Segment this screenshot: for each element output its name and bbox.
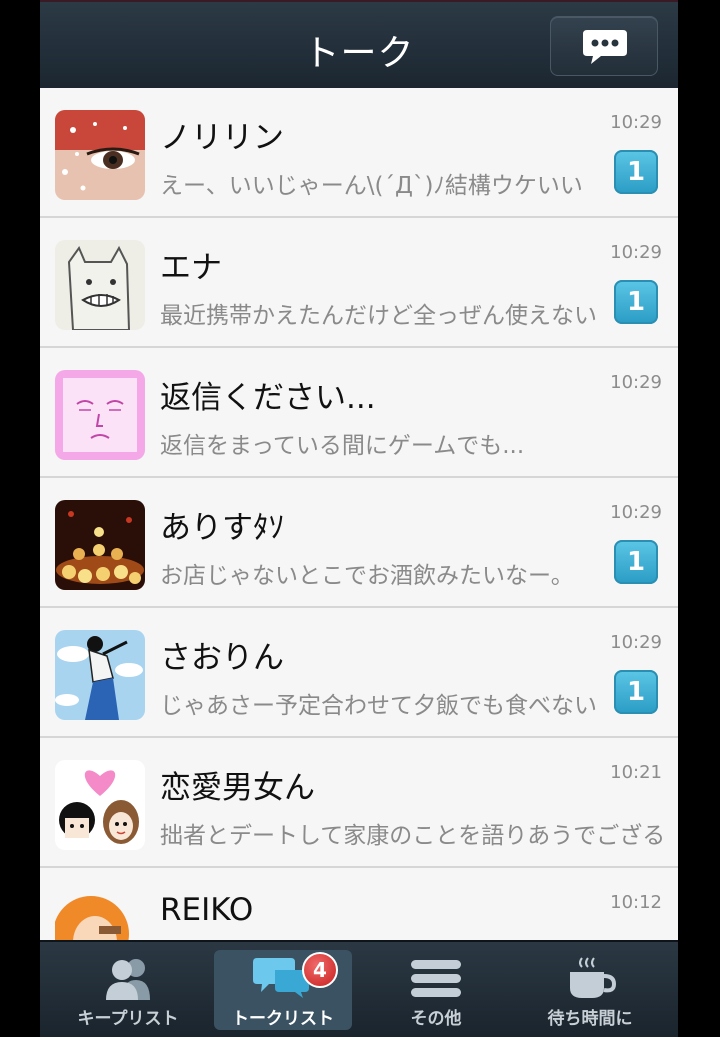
chat-preview: 拙者とデートして家康のことを語りあうでござる	[160, 823, 666, 849]
chat-time: 10:29	[610, 112, 662, 133]
avatar	[55, 630, 145, 720]
chat-preview: お店じゃないとこでお酒飲みたいなー。	[160, 563, 574, 589]
tab-label: その他	[410, 1009, 462, 1029]
tab-keep-list[interactable]: キープリスト	[58, 950, 198, 1030]
avatar	[55, 370, 145, 460]
bottom-tab-bar: キープリスト 4 トークリスト その他 待ち時間に	[40, 940, 678, 1037]
chat-preview: えー、いいじゃーん\(´Д`)ﾉ結構ウケいい	[160, 173, 583, 199]
chat-preview: 返信をまっている間にゲームでも...	[160, 433, 525, 459]
chat-time: 10:29	[610, 502, 662, 523]
avatar	[55, 890, 145, 940]
chat-row[interactable]: REIKO 10:12	[40, 868, 678, 940]
coffee-cup-icon	[520, 956, 660, 1000]
chat-time: 10:29	[610, 632, 662, 653]
unread-badge: 1	[614, 280, 658, 324]
chat-time: 10:29	[610, 242, 662, 263]
chat-row[interactable]: 返信ください... 返信をまっている間にゲームでも... 10:29	[40, 348, 678, 478]
tab-other[interactable]: その他	[372, 950, 500, 1030]
chat-name: REIKO	[160, 892, 254, 928]
chat-time: 10:21	[610, 762, 662, 783]
chat-preview: 最近携帯かえたんだけど全っぜん使えない	[160, 303, 597, 329]
avatar	[55, 760, 145, 850]
unread-badge: 1	[614, 540, 658, 584]
chat-time: 10:12	[610, 892, 662, 913]
tab-waiting-time[interactable]: 待ち時間に	[520, 950, 660, 1030]
chat-preview: じゃあさー予定合わせて夕飯でも食べない	[160, 693, 597, 719]
header-bar: トーク	[40, 0, 678, 88]
chat-name: 恋愛男女ん	[160, 770, 315, 806]
tab-label: 待ち時間に	[547, 1009, 633, 1029]
chat-name: 返信ください...	[160, 380, 376, 416]
chat-row[interactable]: ありすﾀｿ お店じゃないとこでお酒飲みたいなー。 10:29 1	[40, 478, 678, 608]
avatar	[55, 110, 145, 200]
tab-label: キープリスト	[77, 1009, 179, 1029]
chat-time: 10:29	[610, 372, 662, 393]
talk-app: トーク ノリリン えー、いいじゃーん\(´Д`)ﾉ結構ウケいい 10:29 1 …	[40, 0, 678, 1037]
unread-badge: 1	[614, 670, 658, 714]
chat-row[interactable]: エナ 最近携帯かえたんだけど全っぜん使えない 10:29 1	[40, 218, 678, 348]
unread-badge: 1	[614, 150, 658, 194]
chat-name: ありすﾀｿ	[160, 510, 284, 546]
avatar	[55, 500, 145, 590]
people-icon	[58, 956, 198, 1000]
tab-talk-list[interactable]: 4 トークリスト	[214, 950, 352, 1030]
menu-lines-icon	[372, 956, 500, 1000]
chat-name: さおりん	[160, 640, 284, 676]
chat-name: ノリリン	[160, 120, 284, 156]
chat-row[interactable]: 恋愛男女ん 拙者とデートして家康のことを語りあうでござる 10:21	[40, 738, 678, 868]
tab-label: トークリスト	[232, 1009, 334, 1029]
avatar	[55, 240, 145, 330]
chat-row[interactable]: ノリリン えー、いいじゃーん\(´Д`)ﾉ結構ウケいい 10:29 1	[40, 88, 678, 218]
new-chat-button[interactable]	[550, 16, 658, 76]
chat-name: エナ	[160, 250, 222, 286]
chat-list: ノリリン えー、いいじゃーん\(´Д`)ﾉ結構ウケいい 10:29 1 エナ 最…	[40, 88, 678, 940]
chat-row[interactable]: さおりん じゃあさー予定合わせて夕飯でも食べない 10:29 1	[40, 608, 678, 738]
unread-count-badge: 4	[302, 952, 338, 988]
